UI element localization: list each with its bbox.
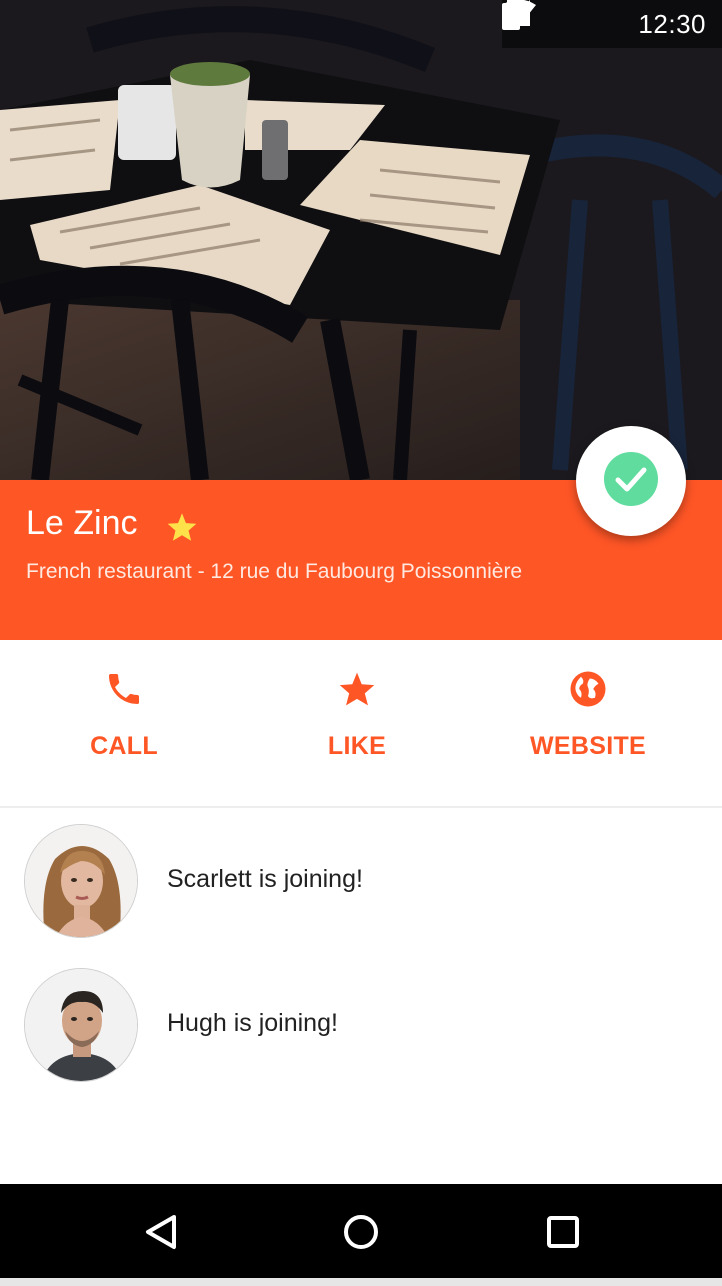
- check-circle-icon: [603, 451, 659, 512]
- list-item[interactable]: Scarlett is joining!: [0, 808, 722, 952]
- like-label: LIKE: [327, 732, 387, 760]
- website-button[interactable]: WEBSITE: [468, 640, 708, 806]
- avatar: [24, 968, 138, 1082]
- check-in-button[interactable]: [576, 426, 686, 536]
- system-nav-bar: [0, 1184, 722, 1278]
- place-subtitle: French restaurant - 12 rue du Faubourg P…: [26, 560, 523, 583]
- recents-icon[interactable]: [543, 1212, 583, 1252]
- place-title: Le Zinc: [26, 504, 138, 542]
- hero-photo: 12:30: [0, 0, 722, 480]
- call-label: CALL: [90, 732, 158, 760]
- bottom-edge: [0, 1278, 722, 1286]
- back-icon[interactable]: [142, 1212, 182, 1252]
- star-icon: [338, 671, 376, 712]
- like-button[interactable]: LIKE: [237, 640, 477, 806]
- list-item-text: Scarlett is joining!: [167, 865, 363, 893]
- status-bar: 12:30: [502, 0, 722, 48]
- call-button[interactable]: CALL: [4, 640, 244, 806]
- star-icon: [166, 512, 198, 547]
- home-icon[interactable]: [341, 1212, 381, 1252]
- list-item-text: Hugh is joining!: [167, 1009, 338, 1037]
- action-bar: CALL LIKE WEBSITE: [0, 640, 722, 808]
- website-label: WEBSITE: [530, 732, 646, 760]
- avatar: [24, 824, 138, 938]
- globe-icon: [567, 668, 609, 715]
- phone-icon: [104, 669, 144, 714]
- list-item[interactable]: Hugh is joining!: [0, 952, 722, 1096]
- clock: 12:30: [638, 8, 706, 39]
